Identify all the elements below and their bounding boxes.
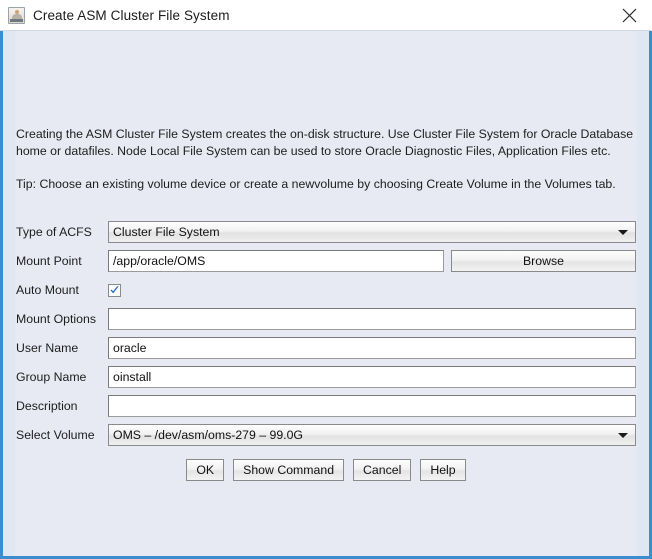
description-block: Creating the ASM Cluster File System cre… (16, 126, 636, 193)
row-mount-point: Mount Point /app/oracle/OMS Browse (16, 250, 636, 272)
chevron-down-icon (615, 222, 631, 242)
chevron-down-icon (615, 425, 631, 445)
group-name-input[interactable]: oinstall (108, 366, 636, 388)
create-acfs-dialog: Create ASM Cluster File System Creating … (0, 0, 652, 559)
row-mount-options: Mount Options (16, 308, 636, 330)
type-of-acfs-value: Cluster File System (113, 225, 220, 239)
dialog-content-inner: Creating the ASM Cluster File System cre… (3, 31, 649, 556)
row-description: Description (16, 395, 636, 417)
label-select-volume: Select Volume (16, 428, 95, 442)
window-title: Create ASM Cluster File System (33, 7, 230, 23)
description-input[interactable] (108, 395, 636, 417)
browse-button[interactable]: Browse (451, 250, 636, 272)
label-type-of-acfs: Type of ACFS (16, 225, 92, 239)
ok-button[interactable]: OK (186, 459, 225, 481)
help-button[interactable]: Help (420, 459, 466, 481)
user-name-input[interactable]: oracle (108, 337, 636, 359)
check-icon (110, 285, 119, 293)
close-button[interactable] (607, 0, 652, 30)
description-line-1: Creating the ASM Cluster File System cre… (16, 127, 634, 141)
row-auto-mount: Auto Mount (16, 279, 636, 301)
close-icon (622, 8, 637, 22)
row-select-volume: Select Volume OMS – /dev/asm/oms-279 – 9… (16, 424, 636, 446)
description-tip: Tip: Choose an existing volume device or… (16, 177, 616, 191)
row-group-name: Group Name oinstall (16, 366, 636, 388)
dialog-panel: Creating the ASM Cluster File System cre… (3, 31, 649, 556)
label-auto-mount: Auto Mount (16, 283, 79, 297)
asm-cluster-icon (8, 6, 25, 24)
dialog-button-bar: OK Show Command Cancel Help (3, 459, 649, 481)
label-mount-options: Mount Options (16, 312, 96, 326)
label-group-name: Group Name (16, 370, 87, 384)
window-titlebar: Create ASM Cluster File System (0, 0, 652, 31)
show-command-button[interactable]: Show Command (233, 459, 345, 481)
mount-options-input[interactable] (108, 308, 636, 330)
auto-mount-checkbox[interactable] (108, 283, 121, 297)
label-mount-point: Mount Point (16, 254, 82, 268)
row-type-of-acfs: Type of ACFS Cluster File System (16, 221, 636, 243)
label-user-name: User Name (16, 341, 79, 355)
row-user-name: User Name oracle (16, 337, 636, 359)
acfs-form: Type of ACFS Cluster File System Mount P… (16, 221, 636, 453)
select-volume-select[interactable]: OMS – /dev/asm/oms-279 – 99.0G (108, 424, 636, 446)
description-line-2: home or datafiles. Node Local File Syste… (16, 144, 611, 158)
type-of-acfs-select[interactable]: Cluster File System (108, 221, 636, 243)
label-description: Description (16, 399, 78, 413)
dialog-content: Creating the ASM Cluster File System cre… (0, 31, 652, 559)
mount-point-input[interactable]: /app/oracle/OMS (108, 250, 444, 272)
cancel-button[interactable]: Cancel (353, 459, 412, 481)
select-volume-value: OMS – /dev/asm/oms-279 – 99.0G (113, 428, 304, 442)
